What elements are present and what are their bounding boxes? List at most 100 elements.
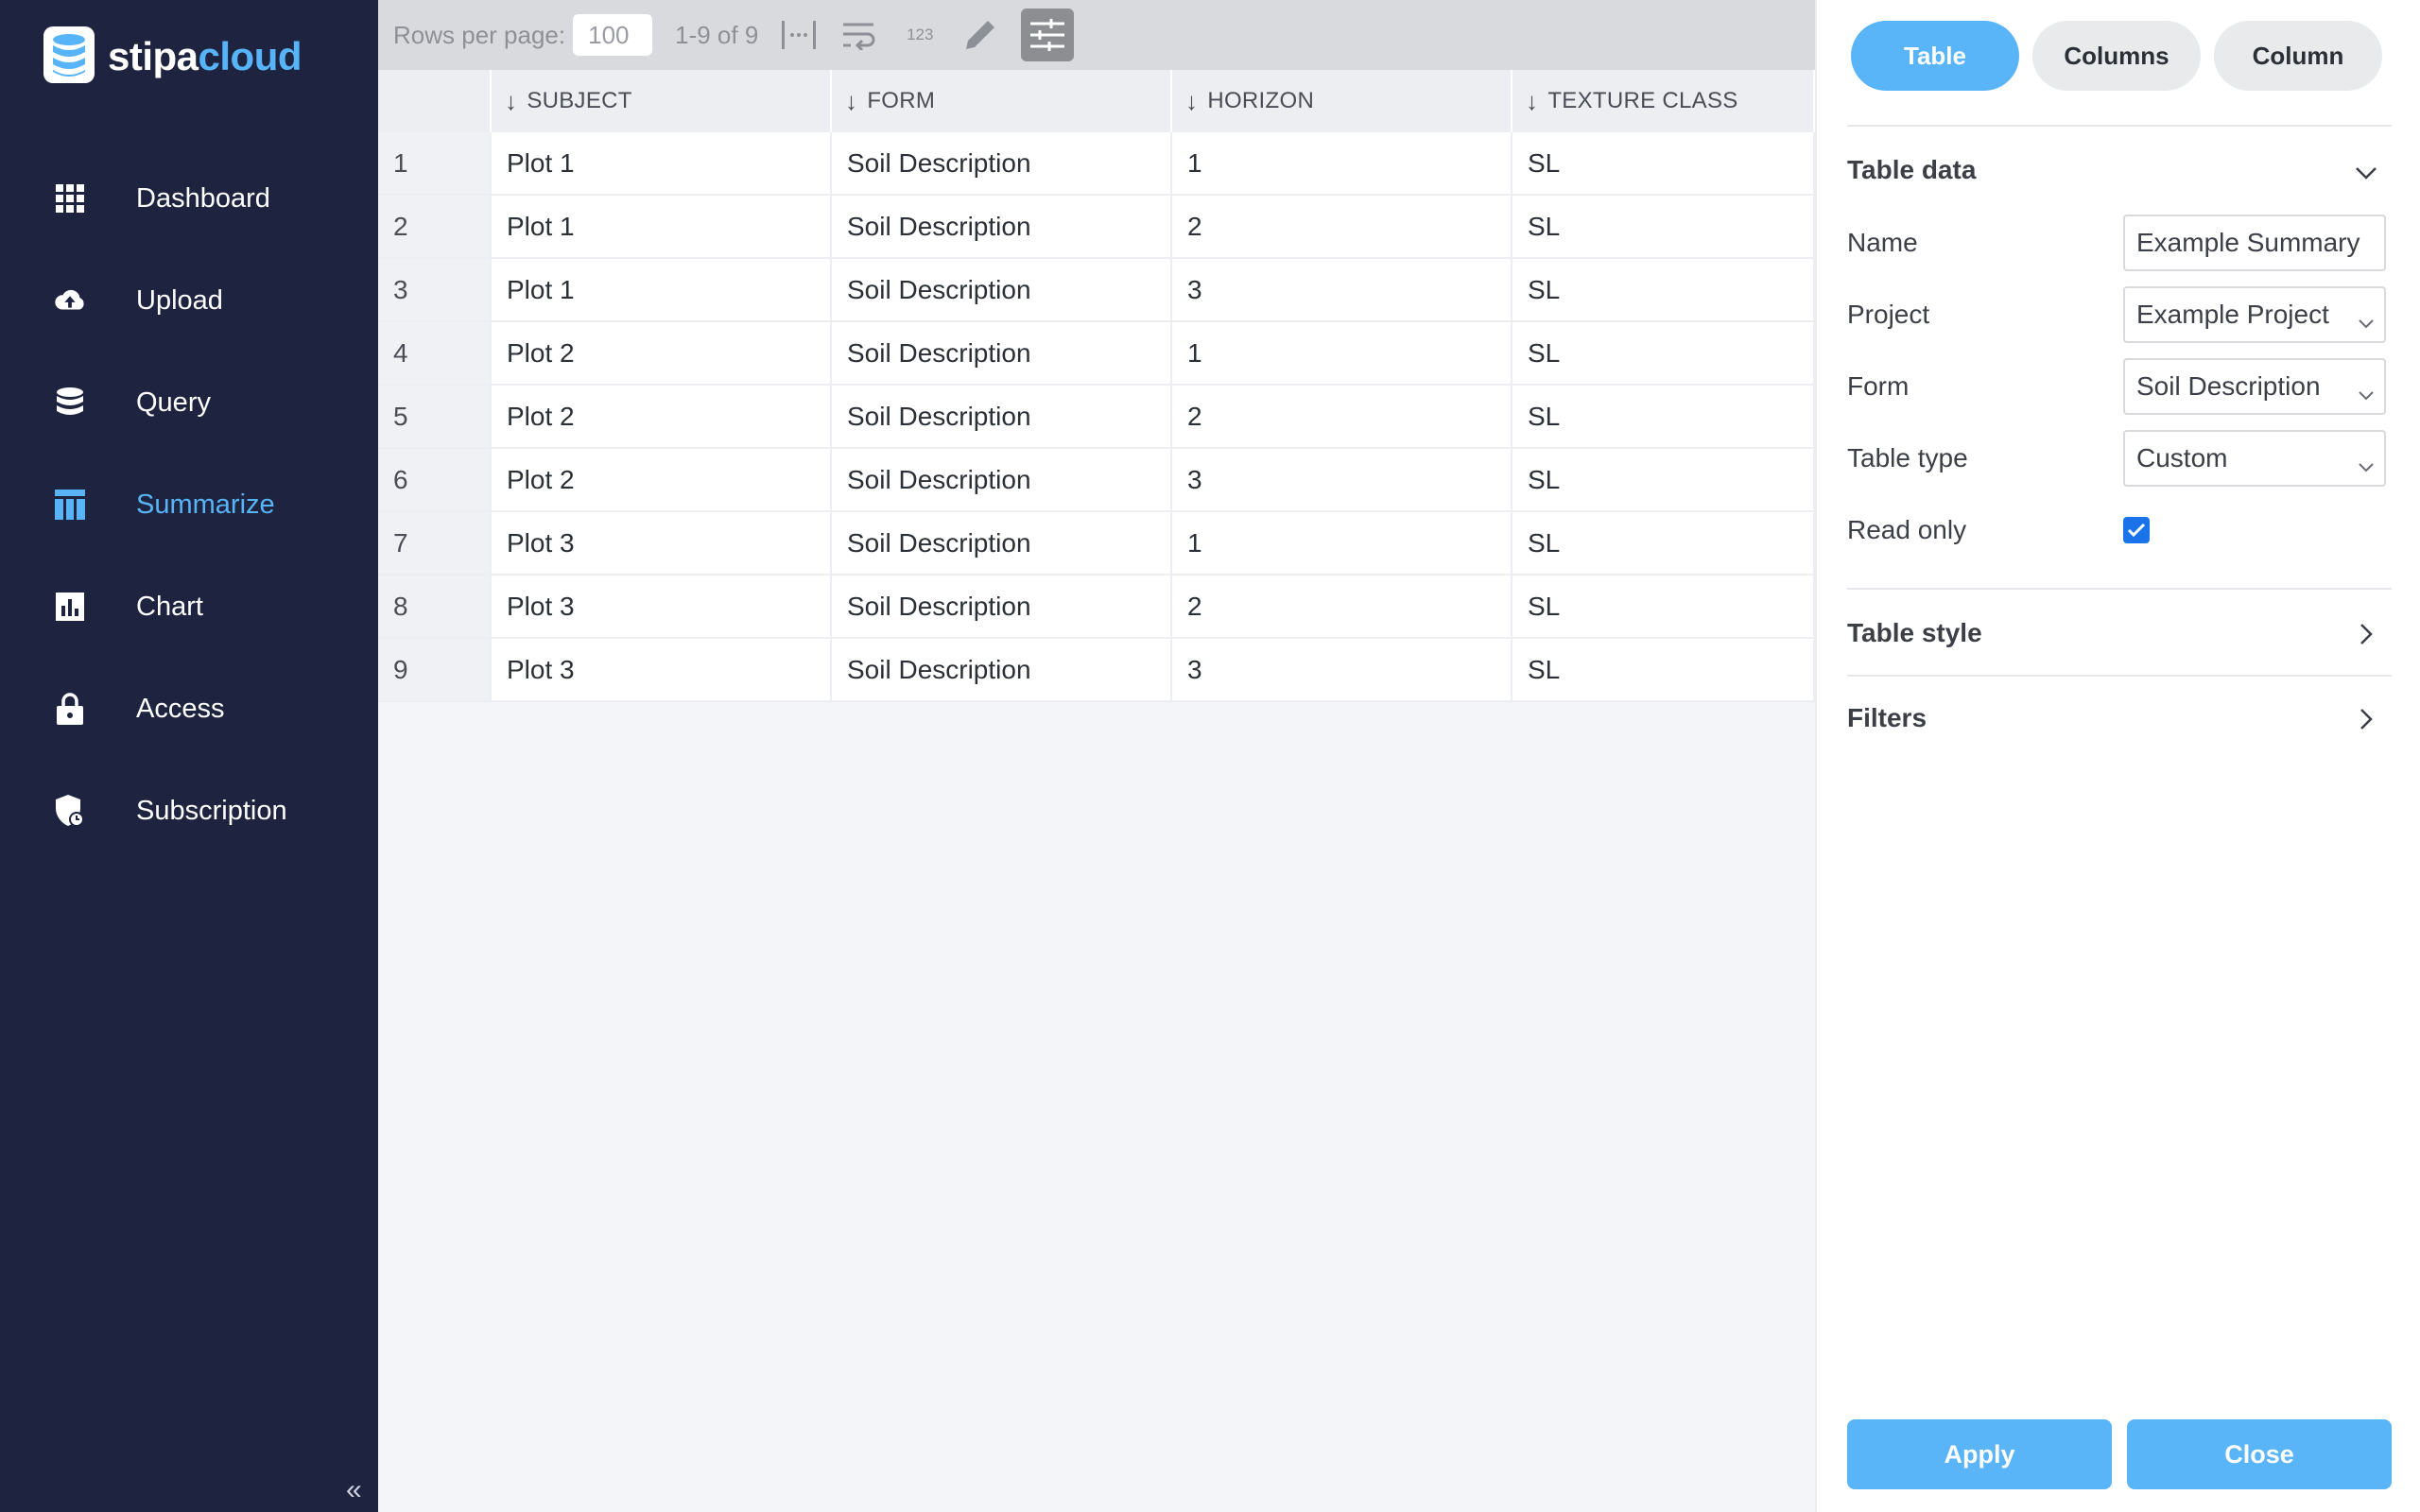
table-row[interactable]: 1 Plot 1 Soil Description 1 SL <box>378 132 1815 196</box>
texture-class-cell[interactable]: SL <box>1512 512 1815 576</box>
table-row[interactable]: 3 Plot 1 Soil Description 3 SL <box>378 259 1815 322</box>
texture-class-cell[interactable]: SL <box>1512 386 1815 449</box>
subject-cell[interactable]: Plot 3 <box>492 639 832 702</box>
summary-table: ↓ SUBJECT ↓ FORM ↓ HORIZON ↓ TEXTURE CLASS 1… <box>378 70 1815 702</box>
subject-cell[interactable]: Plot 3 <box>492 576 832 639</box>
project-select[interactable]: Example Project <box>2123 286 2386 343</box>
form-select[interactable]: Soil Description <box>2123 358 2386 415</box>
horizon-cell[interactable]: 3 <box>1172 449 1512 512</box>
rows-per-page-input[interactable] <box>573 14 653 56</box>
name-input[interactable]: Example Summary <box>2123 215 2386 271</box>
table-style-title[interactable]: Table style <box>1847 618 1982 648</box>
apply-button[interactable]: Apply <box>1847 1419 2112 1489</box>
horizon-cell[interactable]: 3 <box>1172 259 1512 322</box>
sidebar: stipacloud Dashboard Upload Query Summar… <box>0 0 378 1512</box>
settings-sliders-icon[interactable] <box>1021 9 1075 61</box>
wrap-text-icon[interactable] <box>839 15 879 55</box>
table-row[interactable]: 6 Plot 2 Soil Description 3 SL <box>378 449 1815 512</box>
chevron-right-icon[interactable] <box>2352 705 2380 733</box>
table-type-select[interactable]: Custom <box>2123 430 2386 487</box>
horizon-cell[interactable]: 3 <box>1172 639 1512 702</box>
row-index-cell[interactable]: 5 <box>378 386 492 449</box>
form-cell[interactable]: Soil Description <box>832 386 1172 449</box>
table-icon <box>53 488 87 522</box>
collapse-sidebar-icon[interactable]: « <box>346 1474 362 1506</box>
sidebar-item-subscription[interactable]: Subscription <box>0 760 378 862</box>
form-cell[interactable]: Soil Description <box>832 132 1172 196</box>
sidebar-item-summarize[interactable]: Summarize <box>0 454 378 556</box>
table-row[interactable]: 4 Plot 2 Soil Description 1 SL <box>378 322 1815 386</box>
texture-class-cell[interactable]: SL <box>1512 132 1815 196</box>
sidebar-item-label: Subscription <box>136 795 287 826</box>
header-form[interactable]: ↓ FORM <box>832 70 1172 132</box>
texture-class-cell[interactable]: SL <box>1512 259 1815 322</box>
panel-tabs: Table Columns Column <box>1851 21 2395 91</box>
horizon-cell[interactable]: 1 <box>1172 512 1512 576</box>
sidebar-nav: Dashboard Upload Query Summarize Chart A… <box>0 147 378 862</box>
row-index-cell[interactable]: 4 <box>378 322 492 386</box>
form-cell[interactable]: Soil Description <box>832 512 1172 576</box>
form-cell[interactable]: Soil Description <box>832 449 1172 512</box>
chevron-down-icon[interactable] <box>2352 159 2380 187</box>
table-row[interactable]: 2 Plot 1 Soil Description 2 SL <box>378 196 1815 259</box>
row-index-cell[interactable]: 3 <box>378 259 492 322</box>
subject-cell[interactable]: Plot 2 <box>492 449 832 512</box>
row-index-cell[interactable]: 7 <box>378 512 492 576</box>
table-type-label: Table type <box>1847 443 1968 472</box>
table-row[interactable]: 9 Plot 3 Soil Description 3 SL <box>378 639 1815 702</box>
chevron-right-icon[interactable] <box>2352 620 2380 648</box>
texture-class-cell[interactable]: SL <box>1512 639 1815 702</box>
close-button[interactable]: Close <box>2127 1419 2392 1489</box>
subject-cell[interactable]: Plot 2 <box>492 322 832 386</box>
numeric-format-icon[interactable]: 123 <box>900 15 940 55</box>
row-index-cell[interactable]: 6 <box>378 449 492 512</box>
horizon-cell[interactable]: 2 <box>1172 386 1512 449</box>
row-index-cell[interactable]: 8 <box>378 576 492 639</box>
sidebar-item-label: Upload <box>136 284 223 316</box>
row-index-cell[interactable]: 1 <box>378 132 492 196</box>
horizon-cell[interactable]: 1 <box>1172 322 1512 386</box>
subject-cell[interactable]: Plot 1 <box>492 196 832 259</box>
table-data-title[interactable]: Table data <box>1847 155 1976 185</box>
texture-class-cell[interactable]: SL <box>1512 449 1815 512</box>
subject-cell[interactable]: Plot 3 <box>492 512 832 576</box>
horizon-cell[interactable]: 2 <box>1172 576 1512 639</box>
column-width-icon[interactable] <box>779 15 819 55</box>
brand-logo[interactable]: stipacloud <box>43 26 302 85</box>
form-cell[interactable]: Soil Description <box>832 576 1172 639</box>
sidebar-item-upload[interactable]: Upload <box>0 249 378 352</box>
row-index-cell[interactable]: 9 <box>378 639 492 702</box>
form-cell[interactable]: Soil Description <box>832 259 1172 322</box>
texture-class-cell[interactable]: SL <box>1512 322 1815 386</box>
header-texture-class[interactable]: ↓ TEXTURE CLASS <box>1512 70 1815 132</box>
texture-class-cell[interactable]: SL <box>1512 576 1815 639</box>
form-cell[interactable]: Soil Description <box>832 639 1172 702</box>
sidebar-item-chart[interactable]: Chart <box>0 556 378 658</box>
table-row[interactable]: 5 Plot 2 Soil Description 2 SL <box>378 386 1815 449</box>
table-row[interactable]: 7 Plot 3 Soil Description 1 SL <box>378 512 1815 576</box>
subject-cell[interactable]: Plot 1 <box>492 259 832 322</box>
form-cell[interactable]: Soil Description <box>832 322 1172 386</box>
read-only-field-row: Read only <box>1847 501 2392 559</box>
subject-cell[interactable]: Plot 1 <box>492 132 832 196</box>
tab-columns[interactable]: Columns <box>2032 21 2201 91</box>
read-only-checkbox[interactable] <box>2123 517 2150 543</box>
tab-table[interactable]: Table <box>1851 21 2019 91</box>
row-index-cell[interactable]: 2 <box>378 196 492 259</box>
sidebar-item-dashboard[interactable]: Dashboard <box>0 147 378 249</box>
horizon-cell[interactable]: 2 <box>1172 196 1512 259</box>
table-body: 1 Plot 1 Soil Description 1 SL 2 Plot 1 Soil De… <box>378 132 1815 702</box>
horizon-cell[interactable]: 1 <box>1172 132 1512 196</box>
edit-pencil-icon[interactable] <box>960 15 1000 55</box>
texture-class-cell[interactable]: SL <box>1512 196 1815 259</box>
header-subject[interactable]: ↓ SUBJECT <box>492 70 832 132</box>
subject-cell[interactable]: Plot 2 <box>492 386 832 449</box>
sidebar-item-access[interactable]: Access <box>0 658 378 760</box>
table-row[interactable]: 8 Plot 3 Soil Description 2 SL <box>378 576 1815 639</box>
header-horizon[interactable]: ↓ HORIZON <box>1172 70 1512 132</box>
filters-title[interactable]: Filters <box>1847 703 1927 733</box>
tab-column[interactable]: Column <box>2214 21 2382 91</box>
bar-chart-icon <box>53 590 87 624</box>
form-cell[interactable]: Soil Description <box>832 196 1172 259</box>
sidebar-item-query[interactable]: Query <box>0 352 378 454</box>
